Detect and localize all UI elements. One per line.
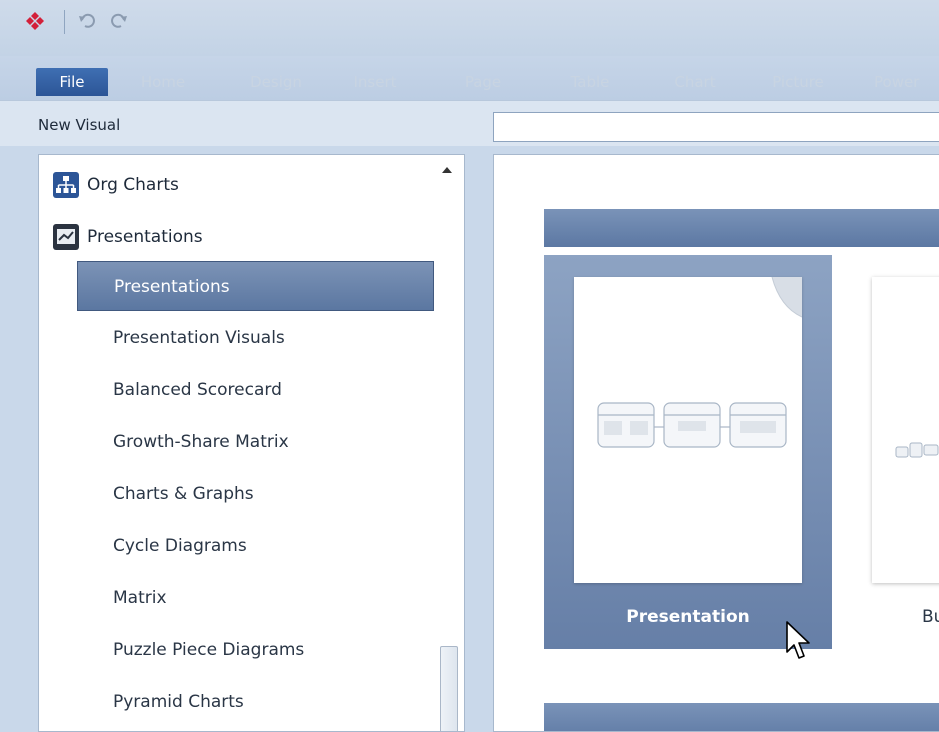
tab-picture[interactable]: Picture (762, 68, 834, 96)
redo-icon[interactable] (108, 12, 130, 34)
subitem-balanced-scorecard[interactable]: Balanced Scorecard (77, 365, 434, 415)
diagram-preview-icon (597, 276, 803, 448)
tab-insert[interactable]: Insert (344, 68, 406, 96)
presentation-icon (53, 224, 79, 250)
tab-chart[interactable]: Chart (667, 68, 723, 96)
template-thumbnail (574, 276, 803, 583)
tab-power[interactable]: Power (874, 68, 939, 96)
mouse-cursor-icon (786, 621, 810, 659)
subitem-cycle-diagrams[interactable]: Cycle Diagrams (77, 521, 434, 571)
page-title: New Visual (38, 116, 121, 134)
category-presentations[interactable]: Presentations (53, 217, 203, 257)
template-tile-second[interactable] (872, 277, 939, 583)
tab-file[interactable]: File (36, 68, 108, 96)
app-diamond-icon[interactable] (26, 12, 44, 30)
scroll-up-arrow-icon[interactable] (442, 167, 452, 173)
vertical-scrollbar[interactable] (436, 155, 464, 731)
category-list: Org Charts Presentations Presentations P… (38, 154, 465, 732)
org-chart-icon (53, 172, 79, 198)
new-visual-header: New Visual (0, 100, 939, 146)
subitem-growth-share-matrix[interactable]: Growth-Share Matrix (77, 417, 434, 467)
subitem-charts-graphs[interactable]: Charts & Graphs (77, 469, 434, 519)
tab-home[interactable]: Home (128, 68, 198, 96)
gallery-group-header (544, 209, 939, 247)
diagram-preview-icon (895, 442, 939, 458)
template-tile-presentation[interactable]: Presentation (544, 255, 832, 649)
category-org-charts[interactable]: Org Charts (53, 165, 179, 205)
subitem-pyramid-charts[interactable]: Pyramid Charts (77, 677, 434, 727)
ribbon-tabs: File Home Design Insert Page Table Chart… (0, 56, 939, 100)
tab-page[interactable]: Page (455, 68, 511, 96)
template-gallery: Presentation Bu (493, 154, 939, 732)
title-bar (0, 0, 939, 56)
subitem-puzzle-piece-diagrams[interactable]: Puzzle Piece Diagrams (77, 625, 434, 675)
template-caption: Bu (922, 607, 939, 627)
subitem-presentation-visuals[interactable]: Presentation Visuals (77, 313, 434, 363)
search-input[interactable] (493, 112, 939, 142)
undo-icon[interactable] (76, 12, 98, 34)
toolbar-separator (64, 10, 65, 34)
subitem-presentations[interactable]: Presentations (77, 261, 434, 311)
tab-design[interactable]: Design (236, 68, 316, 96)
gallery-group-header (544, 703, 939, 731)
category-label: Presentations (87, 227, 203, 247)
category-label: Org Charts (87, 175, 179, 195)
subitem-matrix[interactable]: Matrix (77, 573, 434, 623)
tab-table[interactable]: Table (562, 68, 618, 96)
scroll-thumb[interactable] (440, 646, 458, 731)
